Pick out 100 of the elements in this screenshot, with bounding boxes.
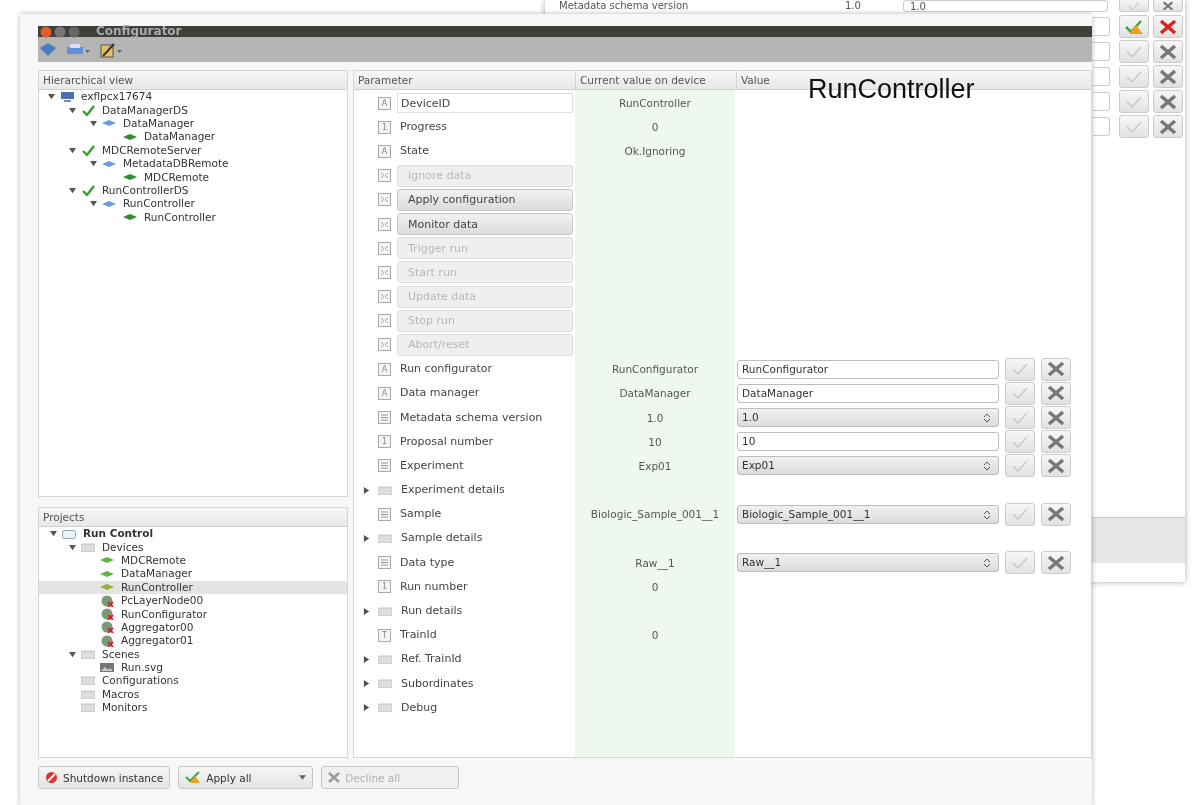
action-button[interactable]: Shutdown instance	[38, 766, 171, 789]
tree-row[interactable]: RunController	[39, 197, 347, 211]
tree-row[interactable]: Aggregator01	[39, 634, 347, 648]
value-field[interactable]	[1093, 17, 1110, 36]
expand-arrow-icon[interactable]	[362, 704, 370, 712]
expand-arrow-icon[interactable]	[49, 530, 57, 538]
parameter-name[interactable]: Run number	[397, 576, 471, 597]
tree-row[interactable]: DataManager	[39, 116, 347, 131]
value-field[interactable]	[1093, 42, 1110, 61]
group-name[interactable]: Subordinates	[398, 673, 477, 694]
parameter-name[interactable]: Sample	[397, 504, 445, 525]
value-combo[interactable]: Exp01	[737, 456, 999, 476]
parameter-name[interactable]: State	[397, 141, 433, 162]
expand-arrow-icon[interactable]	[362, 607, 370, 615]
group-name[interactable]: Debug	[398, 697, 441, 718]
parameter-name[interactable]: Data manager	[397, 383, 483, 404]
value-field[interactable]: 10	[737, 432, 999, 452]
check-icon	[1125, 94, 1143, 109]
expand-arrow-icon[interactable]	[68, 106, 76, 114]
tree-row[interactable]: RunController	[39, 580, 347, 594]
diamond-icon	[123, 214, 137, 221]
group-name[interactable]: Experiment details	[398, 480, 508, 501]
expand-arrow-icon[interactable]	[362, 680, 370, 688]
parameter-name[interactable]: TrainId	[397, 625, 440, 646]
command-button[interactable]: Apply configuration	[397, 188, 573, 211]
apply-button[interactable]	[1119, 15, 1149, 38]
expand-arrow-icon[interactable]	[89, 119, 97, 127]
expand-arrow-icon[interactable]	[362, 534, 370, 542]
value-field[interactable]: 1.0	[903, 0, 1108, 12]
value-combo[interactable]: Raw__1	[737, 553, 999, 573]
command-button[interactable]: Monitor data	[397, 213, 573, 236]
slot-icon	[378, 314, 391, 328]
caret-icon[interactable]	[299, 775, 307, 780]
expand-arrow-icon[interactable]	[362, 486, 370, 494]
decline-button[interactable]	[1153, 40, 1183, 63]
parameter-name[interactable]: Experiment	[397, 455, 467, 476]
decline-button[interactable]	[1153, 65, 1183, 88]
tree-row[interactable]: RunControllerDS	[39, 183, 347, 198]
expand-arrow-icon[interactable]	[68, 186, 76, 194]
parameter-name[interactable]: Progress	[397, 117, 450, 138]
decline-button[interactable]	[1153, 0, 1183, 12]
stop-icon	[45, 771, 58, 784]
expand-arrow-icon[interactable]	[47, 93, 55, 101]
value-field[interactable]: DataManager	[737, 383, 999, 403]
decline-button[interactable]	[1041, 357, 1071, 381]
tree-row[interactable]: Aggregator00	[39, 620, 347, 635]
decline-button[interactable]	[1041, 502, 1071, 526]
tree-row[interactable]: RunController	[39, 210, 347, 224]
value-field[interactable]	[1093, 117, 1110, 136]
expand-arrow-icon[interactable]	[68, 650, 76, 658]
tree-row[interactable]: MetadataDBRemote	[39, 156, 347, 171]
tree-row[interactable]: PcLayerNode00	[39, 593, 347, 608]
diamond-icon	[102, 120, 116, 127]
value-field[interactable]	[1093, 92, 1110, 111]
parameter-name[interactable]: Run configurator	[397, 359, 496, 380]
group-name[interactable]: Ref. TrainId	[398, 649, 465, 670]
tree-row[interactable]: Macros	[39, 687, 347, 702]
tree-row[interactable]: MDCRemoteServer	[39, 143, 347, 157]
close-icon	[1047, 457, 1065, 474]
value-field[interactable]: RunConfigurator	[737, 359, 999, 379]
parameter-name[interactable]: DeviceID	[397, 93, 573, 114]
tree-row[interactable]: DataManagerDS	[39, 103, 347, 117]
parameter-name[interactable]: Data type	[397, 552, 458, 573]
expand-arrow-icon[interactable]	[68, 543, 76, 551]
group-name[interactable]: Sample details	[398, 528, 486, 549]
decline-button[interactable]	[1041, 551, 1071, 575]
tree-row[interactable]: Devices	[39, 540, 347, 554]
action-button[interactable]: Apply all	[178, 766, 314, 789]
value-combo[interactable]: 1.0	[737, 408, 999, 428]
decline-button[interactable]	[1041, 406, 1071, 430]
group-name[interactable]: Run details	[398, 601, 466, 622]
decline-button[interactable]	[1153, 90, 1183, 113]
value-field[interactable]	[1093, 67, 1110, 86]
expand-arrow-icon[interactable]	[68, 146, 76, 154]
decline-button[interactable]	[1041, 430, 1071, 454]
expand-arrow-icon[interactable]	[89, 160, 97, 168]
tree-row[interactable]: Monitors	[39, 701, 347, 715]
tree-row[interactable]: Scenes	[39, 647, 347, 661]
current-value: Biologic_Sample_001__1	[590, 508, 720, 521]
expand-arrow-icon[interactable]	[89, 200, 97, 208]
tree-row[interactable]: MDCRemote	[39, 170, 347, 184]
tree-row[interactable]: MDCRemote	[39, 553, 347, 568]
decline-button[interactable]	[1041, 454, 1071, 478]
tree-row[interactable]: exflpcx17674	[39, 90, 347, 104]
tree-row[interactable]: Run.svg	[39, 660, 347, 675]
tree-row[interactable]: DataManager	[39, 567, 347, 581]
diamond-icon	[123, 174, 137, 181]
value-combo[interactable]: Biologic_Sample_001__1	[737, 504, 999, 524]
decline-button[interactable]	[1041, 381, 1071, 405]
tree-row[interactable]: Run Control	[39, 527, 347, 541]
decline-button[interactable]	[1153, 115, 1183, 138]
tree-row[interactable]: RunConfigurator	[39, 607, 347, 621]
parameter-name[interactable]: Proposal number	[397, 431, 497, 452]
parameter-name[interactable]: Metadata schema version	[397, 407, 546, 428]
expand-arrow-icon[interactable]	[362, 655, 370, 663]
edit-icon[interactable]	[100, 41, 122, 58]
current-value: 1.0	[646, 411, 664, 424]
tree-row[interactable]: Configurations	[39, 674, 347, 688]
tree-row[interactable]: DataManager	[39, 130, 347, 144]
decline-button[interactable]	[1153, 15, 1183, 38]
